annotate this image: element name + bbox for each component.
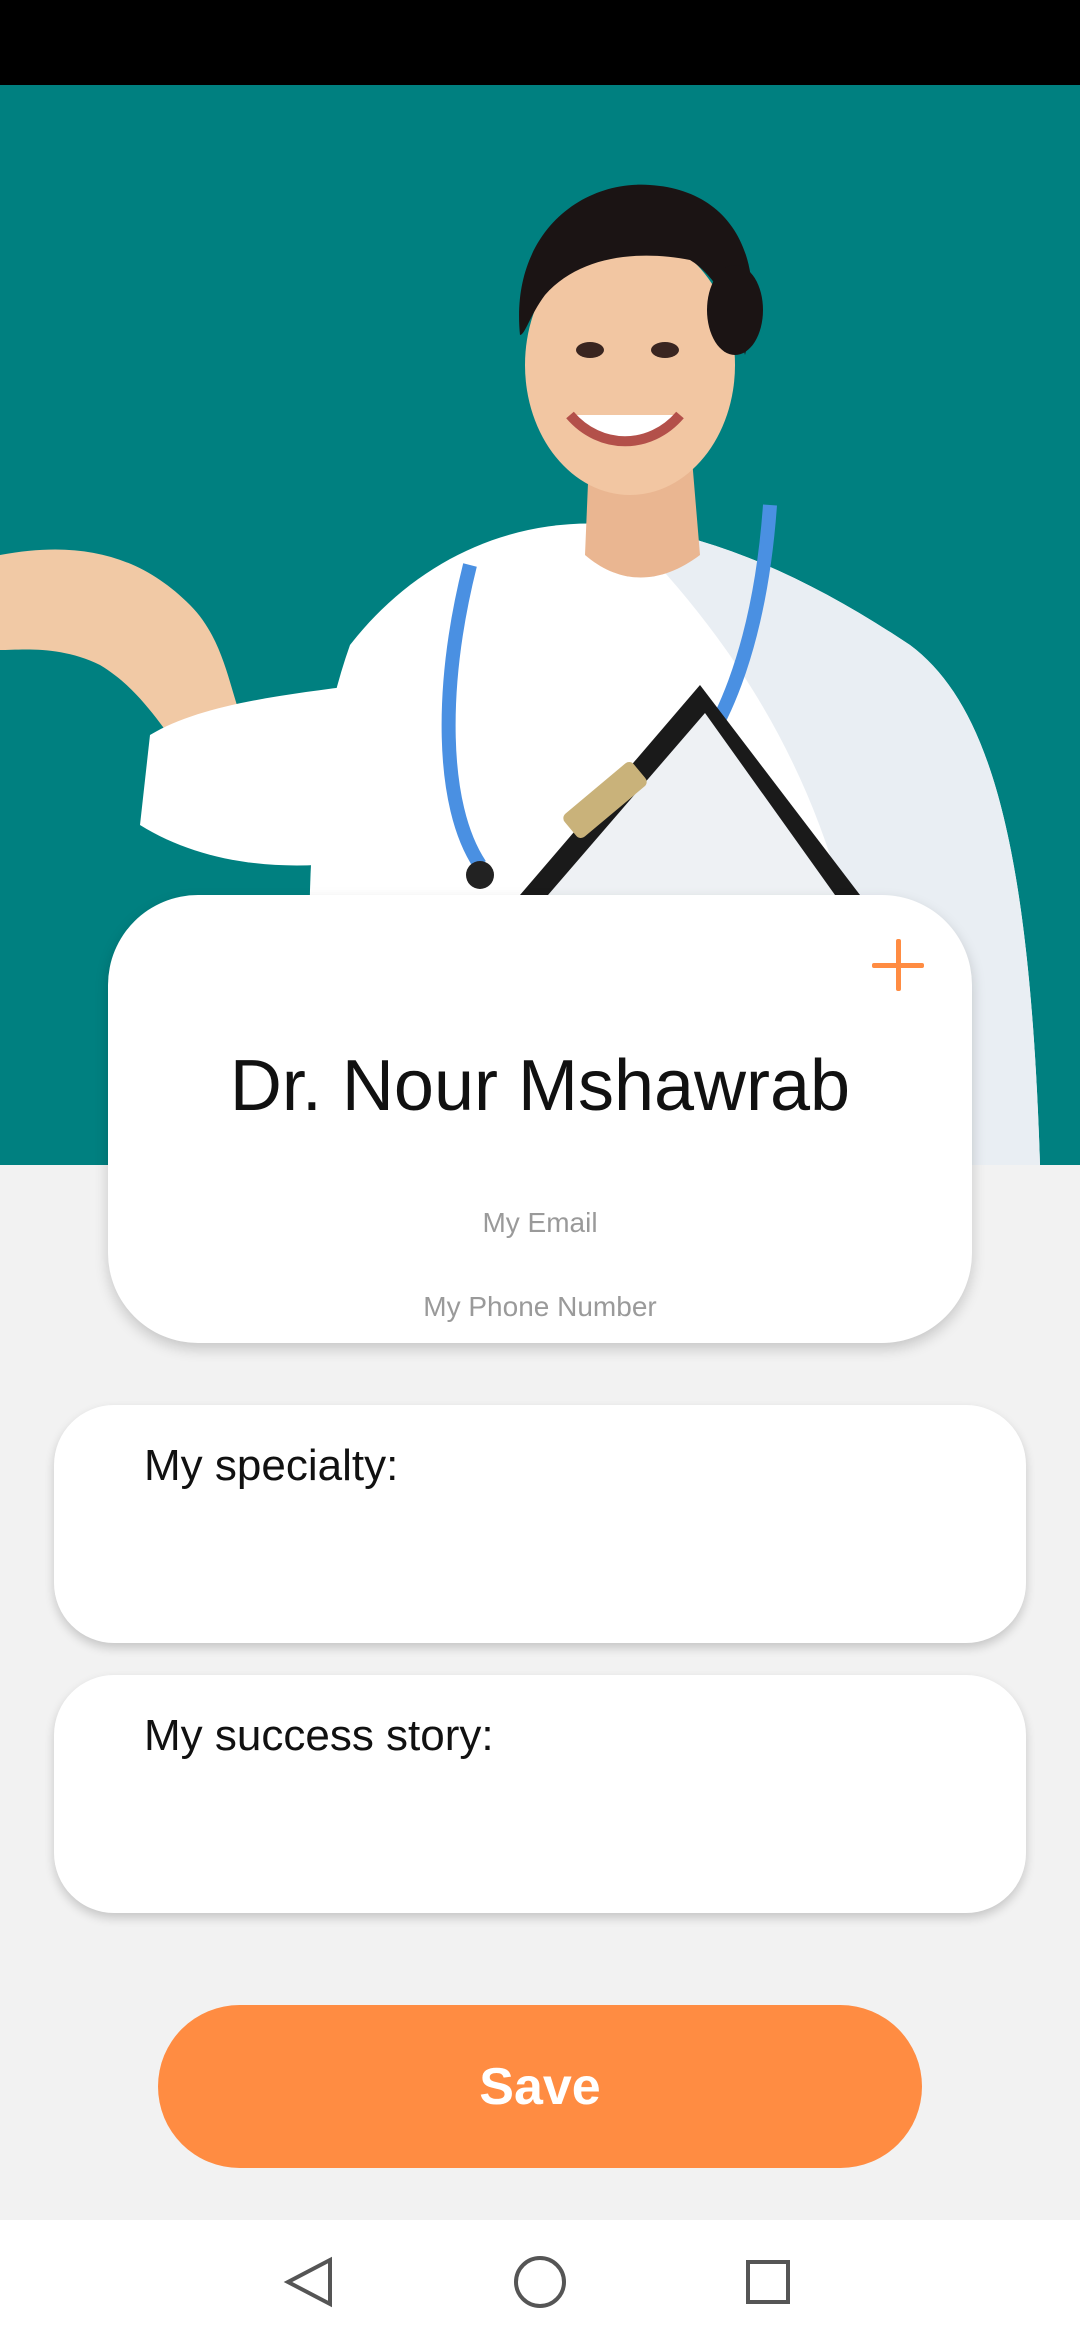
doctor-name: Dr. Nour Mshawrab xyxy=(229,1046,851,1126)
plus-icon[interactable] xyxy=(868,935,928,995)
email-field[interactable]: My Email xyxy=(108,1207,972,1239)
save-button[interactable]: Save xyxy=(158,2005,922,2168)
success-story-card[interactable]: My success story: xyxy=(54,1675,1026,1913)
circle-home-icon[interactable] xyxy=(514,2256,566,2308)
profile-card: Dr. Nour Mshawrab My Email My Phone Numb… xyxy=(108,895,972,1343)
status-bar xyxy=(0,0,1080,85)
profile-screen: Dr. Nour Mshawrab My Email My Phone Numb… xyxy=(0,0,1080,2340)
navigation-bar xyxy=(0,2220,1080,2340)
specialty-card[interactable]: My specialty: xyxy=(54,1405,1026,1643)
square-recents-icon[interactable] xyxy=(746,2260,790,2304)
triangle-back-icon[interactable] xyxy=(283,2256,332,2308)
phone-field[interactable]: My Phone Number xyxy=(108,1291,972,1323)
success-story-label: My success story: xyxy=(144,1711,494,1760)
specialty-label: My specialty: xyxy=(144,1441,399,1490)
